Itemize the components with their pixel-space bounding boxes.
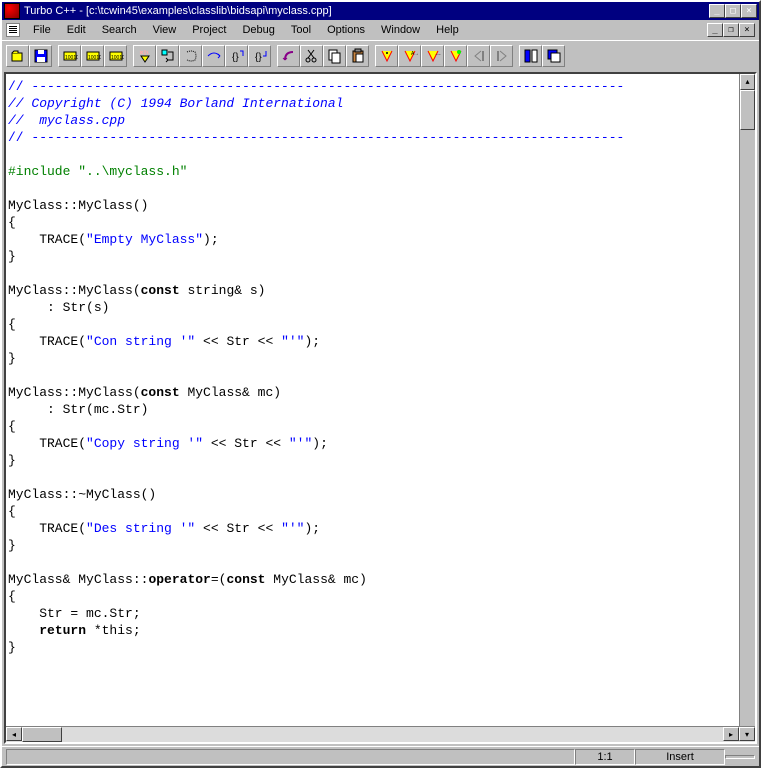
status-position: 1:1 <box>575 749 635 765</box>
trace-icon[interactable] <box>179 45 202 67</box>
menu-debug[interactable]: Debug <box>235 23 281 37</box>
scroll-thumb-h[interactable] <box>22 727 62 742</box>
statusbar: 1:1 Insert <box>2 746 759 766</box>
svg-text:{}: {} <box>232 52 239 63</box>
menu-project[interactable]: Project <box>185 23 233 37</box>
redo-icon[interactable]: 10010 <box>81 45 104 67</box>
open-file-icon[interactable] <box>6 45 29 67</box>
menu-tool[interactable]: Tool <box>284 23 318 37</box>
scroll-down-icon[interactable]: ▾ <box>739 727 755 741</box>
menu-edit[interactable]: Edit <box>60 23 93 37</box>
step-icon[interactable] <box>156 45 179 67</box>
minimize-button[interactable]: _ <box>709 4 725 18</box>
scroll-thumb[interactable] <box>740 90 755 130</box>
search-file-icon[interactable]: 10010 <box>104 45 127 67</box>
menu-help[interactable]: Help <box>429 23 466 37</box>
svg-text:10010: 10010 <box>65 55 78 61</box>
svg-text:10010: 10010 <box>111 55 124 61</box>
save-file-icon[interactable] <box>29 45 52 67</box>
replace-icon[interactable]: … <box>421 45 444 67</box>
bookmark-icon[interactable] <box>444 45 467 67</box>
main-window: Turbo C++ - [c:\tcwin45\examples\classli… <box>0 0 761 768</box>
mdi-restore-button[interactable]: ❐ <box>723 23 739 37</box>
code-content[interactable]: // -------------------------------------… <box>6 74 755 660</box>
menu-view[interactable]: View <box>146 23 184 37</box>
svg-text:{}: {} <box>255 52 262 63</box>
vertical-scrollbar[interactable]: ▴ <box>739 74 755 726</box>
menu-file[interactable]: File <box>26 23 58 37</box>
editor-pane: // -------------------------------------… <box>4 72 757 744</box>
window-title: Turbo C++ - [c:\tcwin45\examples\classli… <box>24 5 705 17</box>
copy-icon[interactable] <box>323 45 346 67</box>
horizontal-scrollbar[interactable]: ◂ ▸ ▾ <box>6 726 755 742</box>
svg-text:…: … <box>435 51 441 57</box>
svg-text:A→B: A→B <box>411 51 418 57</box>
status-message <box>6 749 575 765</box>
mdi-minimize-button[interactable]: _ <box>707 23 723 37</box>
find-icon[interactable] <box>375 45 398 67</box>
step-over-icon[interactable] <box>202 45 225 67</box>
cascade-icon[interactable] <box>542 45 565 67</box>
code-editor[interactable]: // -------------------------------------… <box>6 74 755 726</box>
back-icon[interactable] <box>277 45 300 67</box>
svg-text:10010: 10010 <box>88 55 101 61</box>
scroll-left-icon[interactable]: ◂ <box>6 727 22 741</box>
maximize-button[interactable]: □ <box>725 4 741 18</box>
document-icon[interactable] <box>6 23 20 37</box>
prev-icon[interactable] <box>467 45 490 67</box>
cut-icon[interactable] <box>300 45 323 67</box>
status-extra <box>725 755 755 759</box>
pause-icon[interactable]: {} <box>225 45 248 67</box>
toolbar: 10010 10010 10010 {} {} A→B … <box>2 40 759 70</box>
mdi-close-button[interactable]: × <box>739 23 755 37</box>
menu-search[interactable]: Search <box>95 23 144 37</box>
app-icon <box>4 3 20 19</box>
tile-icon[interactable] <box>519 45 542 67</box>
run-icon[interactable] <box>133 45 156 67</box>
close-button[interactable]: × <box>741 4 757 18</box>
menu-options[interactable]: Options <box>320 23 372 37</box>
scroll-up-icon[interactable]: ▴ <box>740 74 755 90</box>
undo-icon[interactable]: 10010 <box>58 45 81 67</box>
scroll-right-icon[interactable]: ▸ <box>723 727 739 741</box>
status-mode: Insert <box>635 749 725 765</box>
paste-icon[interactable] <box>346 45 369 67</box>
stop-icon[interactable]: {} <box>248 45 271 67</box>
menubar: File Edit Search View Project Debug Tool… <box>2 20 759 40</box>
menu-window[interactable]: Window <box>374 23 427 37</box>
titlebar[interactable]: Turbo C++ - [c:\tcwin45\examples\classli… <box>2 2 759 20</box>
next-icon[interactable] <box>490 45 513 67</box>
find-next-icon[interactable]: A→B <box>398 45 421 67</box>
